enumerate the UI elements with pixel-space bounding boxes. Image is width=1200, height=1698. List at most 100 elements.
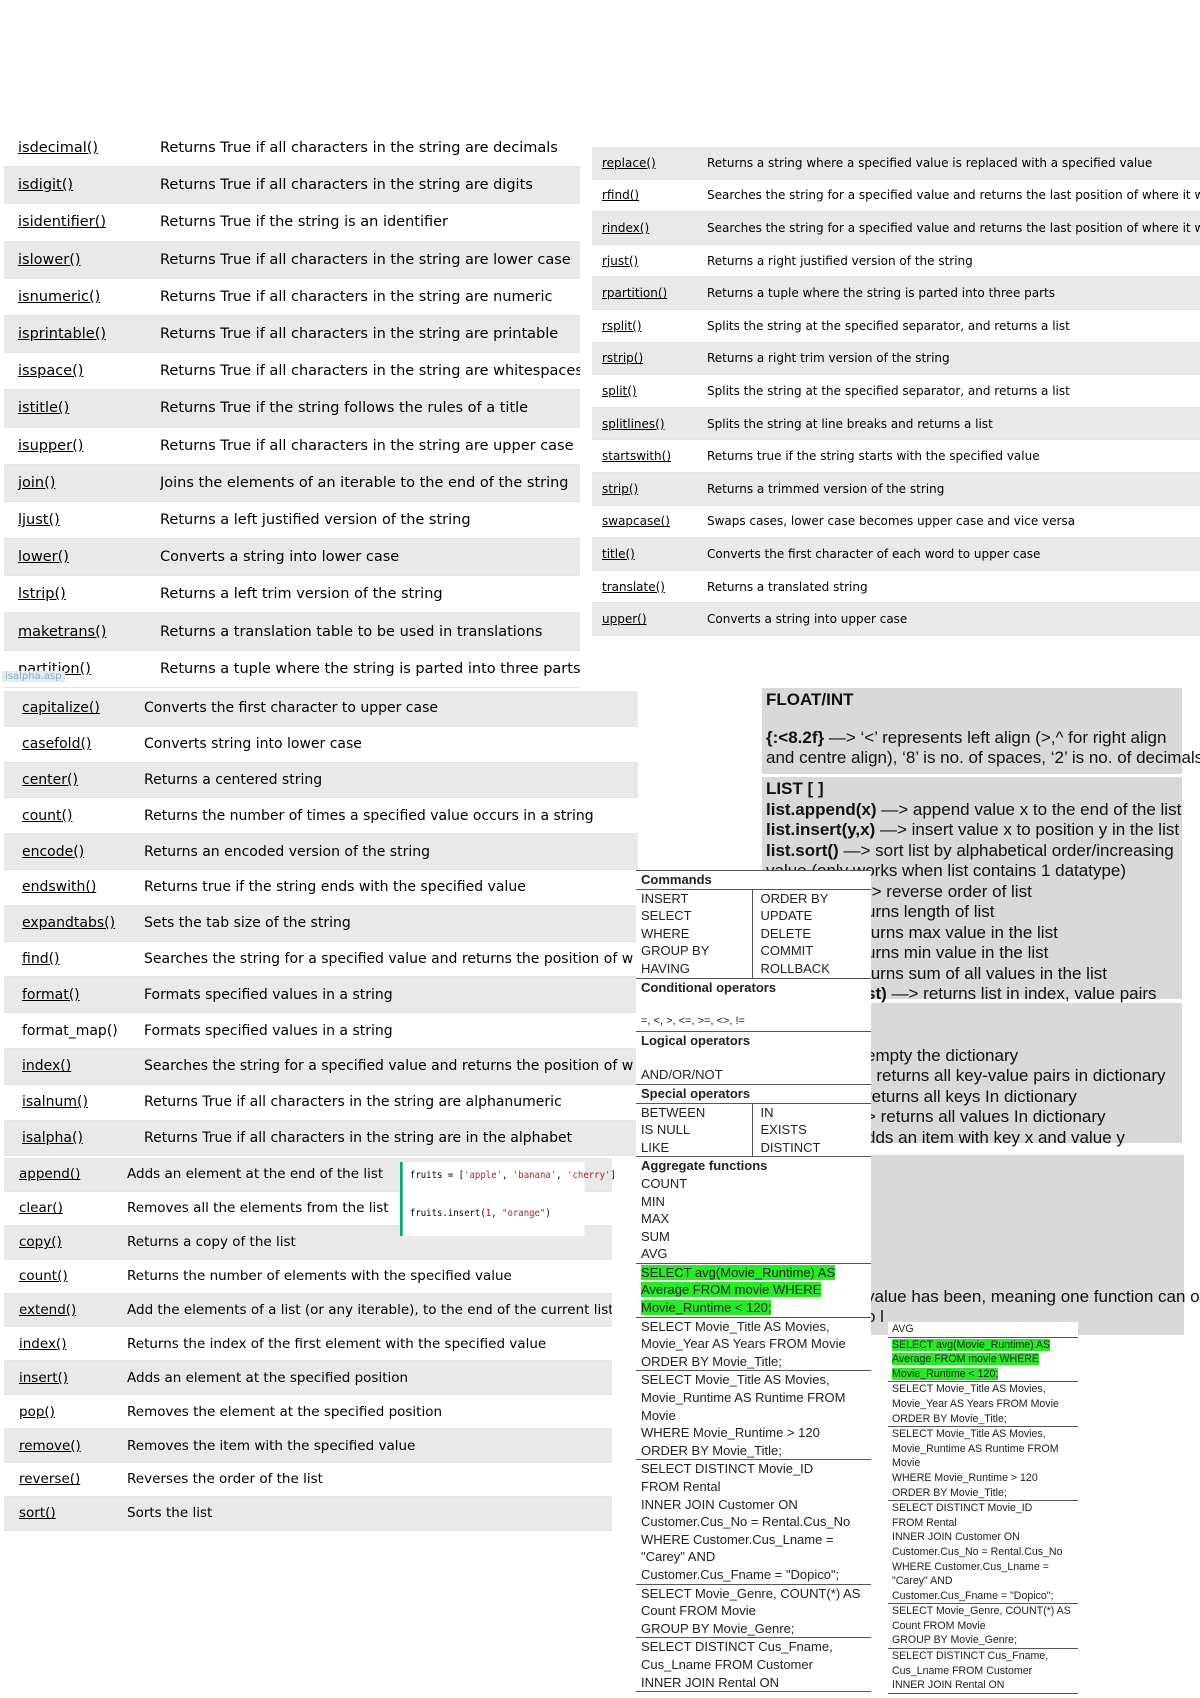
sql-keyword: LIKE: [641, 1139, 670, 1155]
sql-commands-left: INSERT SELECT WHERE GROUP BY HAVING: [636, 889, 753, 978]
float-line-2: and centre align), ‘8’ is no. of spaces,…: [766, 748, 1200, 767]
method-link[interactable]: casefold(): [4, 736, 144, 752]
method-link[interactable]: reverse(): [4, 1471, 127, 1487]
method-description: Returns a tuple where the string is part…: [707, 286, 1055, 301]
method-link[interactable]: islower(): [4, 252, 160, 268]
method-description: Returns a translated string: [707, 579, 868, 594]
sql-keyword: IS NULL: [641, 1122, 691, 1138]
method-link[interactable]: isprintable(): [4, 326, 160, 342]
method-link[interactable]: remove(): [4, 1438, 127, 1454]
method-link[interactable]: rsplit(): [592, 319, 707, 333]
method-description: Returns True if all characters in the st…: [160, 363, 580, 380]
method-link[interactable]: center(): [4, 772, 144, 788]
method-link[interactable]: index(): [4, 1058, 144, 1074]
function-note: value has been, meaning one function can…: [862, 1155, 1200, 1335]
float-title: FLOAT/INT: [766, 690, 854, 709]
method-link[interactable]: rfind(): [592, 188, 707, 202]
method-link[interactable]: clear(): [4, 1200, 127, 1216]
sql-query-line: INNER JOIN Rental ON: [641, 1674, 779, 1690]
method-link[interactable]: sort(): [4, 1505, 127, 1521]
method-link[interactable]: swapcase(): [592, 514, 707, 528]
table-row: format() Formats specified values in a st…: [4, 977, 638, 1014]
method-link[interactable]: index(): [4, 1336, 127, 1352]
method-link[interactable]: rpartition(): [592, 286, 707, 300]
sql-query: SELECT DISTINCT Cus_Fname, Cus_Lname FROM…: [636, 1638, 871, 1693]
method-link[interactable]: isupper(): [4, 438, 160, 454]
table-row: extend() Add the elements of a list (or a…: [4, 1293, 612, 1328]
table-row: strip() Returns a trimmed version of the …: [592, 472, 1200, 506]
method-description: Returns a right justified version of the…: [707, 253, 973, 268]
method-description: Returns True if the string is an identif…: [160, 214, 449, 231]
method-link[interactable]: replace(): [592, 156, 707, 170]
method-link[interactable]: append(): [4, 1166, 127, 1182]
table-row: rindex() Searches the string for a specif…: [592, 212, 1200, 245]
method-link[interactable]: istitle(): [4, 400, 160, 416]
method-link[interactable]: expandtabs(): [4, 915, 144, 931]
list-note-line: list.insert(y,x) —> insert value x to po…: [766, 820, 1180, 839]
method-link[interactable]: isnumeric(): [4, 289, 160, 305]
method-description: Reverses the order of the list: [127, 1471, 323, 1488]
method-link[interactable]: extend(): [4, 1302, 127, 1318]
table-row: islower() Returns True if all characters …: [4, 241, 580, 279]
method-description: Returns True if all characters in the st…: [160, 140, 558, 157]
method-link[interactable]: format_map(): [4, 1023, 144, 1039]
sql-keyword: COUNT: [641, 1175, 688, 1191]
method-link[interactable]: isalpha(): [4, 1130, 144, 1146]
table-row: rpartition() Returns a tuple where the st…: [592, 277, 1200, 310]
method-link[interactable]: strip(): [592, 482, 707, 496]
table-row: index() Returns the index of the first el…: [4, 1327, 612, 1362]
method-link[interactable]: insert(): [4, 1370, 127, 1386]
sql-query-line: Average FROM movie WHERE: [892, 1353, 1039, 1366]
sql-query-line: WHERE Movie_Runtime > 120: [641, 1425, 820, 1441]
method-link[interactable]: capitalize(): [4, 700, 144, 716]
float-line-1: {:<8.2f} —> ‘<’ represents left align (>…: [766, 728, 1167, 747]
method-link[interactable]: isspace(): [4, 363, 160, 379]
sql-keyword: SUM: [641, 1228, 670, 1244]
table-row: isalpha() Returns True if all characters …: [4, 1120, 638, 1157]
sql-conditional-ops: =, <, >, <=, >=, <>, !=: [641, 1015, 745, 1028]
sql-aggregate-section: Aggregate functions COUNT MIN MAX SUM AVG: [636, 1157, 871, 1264]
method-link[interactable]: isidentifier(): [4, 214, 160, 230]
method-link[interactable]: startswith(): [592, 449, 707, 463]
method-link[interactable]: copy(): [4, 1234, 127, 1250]
sql-query-line: SELECT Movie_Genre, COUNT(*) AS: [641, 1585, 861, 1601]
sql-special-section: Special operators: [636, 1085, 871, 1104]
table-row: lower() Converts a string into lower case: [4, 539, 580, 577]
method-link[interactable]: lower(): [4, 549, 160, 565]
method-link[interactable]: endswith(): [4, 879, 144, 895]
method-link[interactable]: rjust(): [592, 254, 707, 268]
method-link[interactable]: title(): [592, 547, 707, 561]
method-description: Returns True if all characters in the st…: [144, 1129, 573, 1146]
method-link[interactable]: encode(): [4, 844, 144, 860]
method-link[interactable]: isalnum(): [4, 1094, 144, 1110]
method-link[interactable]: count(): [4, 1268, 127, 1284]
method-description: Sets the tab size of the string: [144, 915, 351, 932]
code-example: fruits = ['apple', 'banana', 'cherry'] f…: [400, 1162, 616, 1236]
table-row: ljust() Returns a left justified version …: [4, 501, 580, 540]
sql-query: SELECT Movie_Title AS Movies, Movie_Year …: [636, 1318, 871, 1372]
method-description: Splits the string at line breaks and ret…: [707, 416, 993, 431]
table-row: rfind() Searches the string for a specifi…: [592, 179, 1200, 213]
method-link[interactable]: find(): [4, 951, 144, 967]
sql-keyword: EXISTS: [760, 1122, 807, 1138]
method-link[interactable]: rindex(): [592, 221, 707, 235]
method-link[interactable]: translate(): [592, 580, 707, 594]
method-link[interactable]: pop(): [4, 1404, 127, 1420]
method-link[interactable]: ljust(): [4, 512, 160, 528]
table-row: splitlines() Splits the string at line br…: [592, 407, 1200, 441]
method-link[interactable]: isdecimal(): [4, 140, 160, 156]
method-link[interactable]: split(): [592, 384, 707, 398]
method-link[interactable]: join(): [4, 475, 160, 491]
table-row: swapcase() Swaps cases, lower case become…: [592, 505, 1200, 539]
method-link[interactable]: upper(): [592, 612, 707, 626]
method-link[interactable]: splitlines(): [592, 417, 707, 431]
method-link[interactable]: isdigit(): [4, 177, 160, 193]
method-link[interactable]: maketrans(): [4, 624, 160, 640]
method-link[interactable]: lstrip(): [4, 586, 160, 602]
sql-query-line: Cus_Lname FROM Customer: [892, 1664, 1033, 1677]
sql-query-line: Customer.Cus_No = Rental.Cus_No: [641, 1514, 851, 1530]
table-row: isdigit() Returns True if all characters …: [4, 167, 580, 205]
method-link[interactable]: format(): [4, 987, 144, 1003]
method-link[interactable]: count(): [4, 808, 144, 824]
method-link[interactable]: rstrip(): [592, 351, 707, 365]
